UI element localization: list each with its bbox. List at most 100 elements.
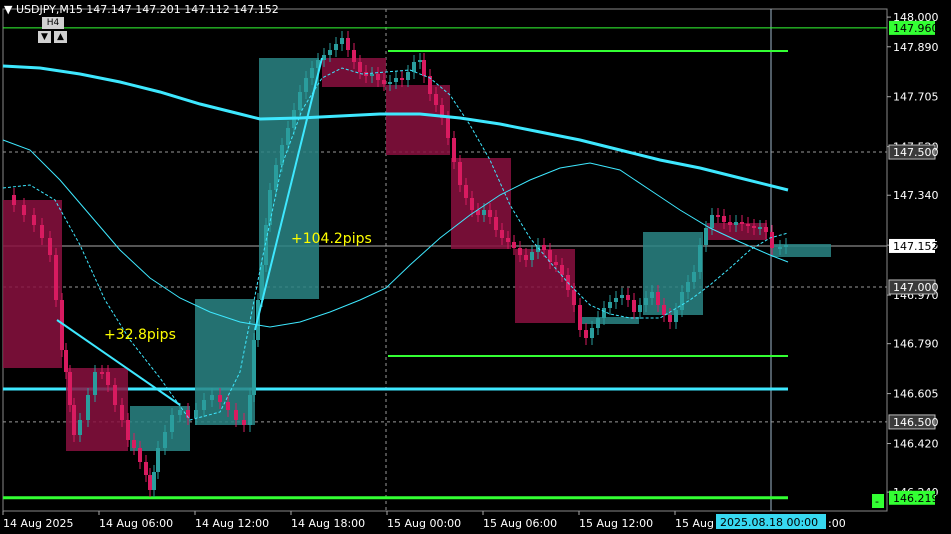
m15-candle-body [352,50,356,62]
m15-candle-body [428,76,432,94]
symbol-info: USDJPY,M15 147.147 147.201 147.112 147.1… [15,3,279,16]
m15-candle-body [132,440,136,448]
price-tick-label: 147.340 [893,189,939,202]
price-tick-label: 146.605 [893,388,939,401]
m15-candle-body [93,372,97,395]
price-tick-label: 146.420 [893,438,939,451]
chart-header: ▼ USDJPY,M15 147.147 147.201 147.112 147… [4,3,279,16]
m15-candle-body [106,372,110,385]
m15-candle-body [584,330,588,338]
m15-candle-body [722,216,726,222]
time-tick-label: 14 Aug 2025 [3,517,73,530]
m15-candle-body [608,302,612,308]
time-tick-label-trailing: :00 [828,517,846,530]
m15-candle-body [542,245,546,250]
m15-candle-body [286,128,290,145]
price-tick-label: 147.890 [893,41,939,54]
m15-candle-body [446,118,450,138]
time-tick-label: 15 Aug [675,517,714,530]
timeframe-label: H4 [42,17,64,29]
m15-candle-body [704,228,708,245]
m15-candle-body [746,224,750,226]
m15-candle-body [668,315,672,322]
h4-candle [3,200,62,368]
m15-candle-body [86,395,90,420]
m15-candle-body [234,410,238,420]
m15-candle-body [488,210,492,217]
m15-candle-body [778,247,782,249]
m15-candle-body [54,255,58,300]
m15-candle-body [78,420,82,435]
m15-candle-body [370,74,374,76]
m15-candle-body [644,298,648,305]
m15-candle-body [554,262,558,265]
m15-candle-body [638,305,642,312]
triangle-down-icon[interactable]: ▼ [4,3,12,16]
m15-candle-body [740,222,744,224]
m15-candle-body [113,385,117,405]
m15-candle-body [334,44,338,50]
m15-candle-body [242,420,246,425]
m15-candle-body [770,232,774,248]
m15-candle-body [764,227,768,232]
pips-label-1: +104.2pips [291,231,372,247]
m15-candle-body [388,82,392,84]
m15-candle-body [518,248,522,255]
m15-candle-body [512,242,516,248]
m15-candle-body [346,38,350,50]
m15-candle-body [382,80,386,84]
arrow-up-icon[interactable]: ▲ [54,31,67,43]
timeframe-widget[interactable]: H4 ▼ ▲ [38,17,70,47]
m15-candle-body [156,448,160,472]
price-tag-label: 146.500 [893,416,939,429]
m15-candle-body [494,217,498,230]
m15-candle-body [524,255,528,260]
m15-candle-body [72,405,76,435]
time-tick-label: 14 Aug 18:00 [291,517,365,530]
price-tag-label: 147.000 [893,281,939,294]
m15-candle-body [202,400,206,410]
m15-candle-body [458,162,462,185]
m15-candle-body [572,290,576,305]
m15-candle-body [710,215,714,228]
m15-candle-body [734,222,738,225]
time-tick-label: 14 Aug 12:00 [195,517,269,530]
h4-candle [707,223,767,240]
cursor-time-label: 2025.08.18 00:00 [720,516,818,529]
m15-candle-body [578,305,582,330]
m15-candle-body [452,138,456,162]
m15-candle-body [406,72,410,80]
m15-candle-body [148,475,152,490]
m15-candle-body [248,395,252,425]
m15-candle-body [752,226,756,228]
price-tag-label: 147.152 [893,240,939,253]
time-tick-label: 15 Aug 06:00 [483,517,557,530]
h4-candle [386,85,450,155]
m15-candle-body [728,222,732,225]
m15-candle-body [328,50,332,55]
m15-candle-body [596,318,600,328]
m15-candle-body [394,78,398,82]
price-chart[interactable]: +104.2pips+32.8pips148.000147.890147.705… [0,0,951,534]
m15-candle-body [310,68,314,78]
m15-candle-body [656,292,660,305]
m15-candle-body [650,292,654,298]
m15-candle-body [12,195,16,205]
price-tick-label: 146.790 [893,338,939,351]
m15-candle-body [120,405,124,420]
m15-candle-body [418,60,422,62]
arrow-down-icon[interactable]: ▼ [38,31,51,43]
m15-candle-body [680,292,684,310]
m15-candle-body [530,252,534,260]
m15-candle-body [590,328,594,338]
m15-candle-body [22,205,26,215]
m15-candle-body [692,272,696,282]
time-tick-label: 15 Aug 00:00 [387,517,461,530]
pips-label-2: +32.8pips [104,327,176,343]
minus-label: - [875,495,879,508]
m15-candle-body [178,410,182,415]
m15-candle-body [226,402,230,410]
m15-candle-body [412,62,416,72]
m15-candle-body [340,38,344,44]
price-tag-label: 146.219 [893,492,939,505]
